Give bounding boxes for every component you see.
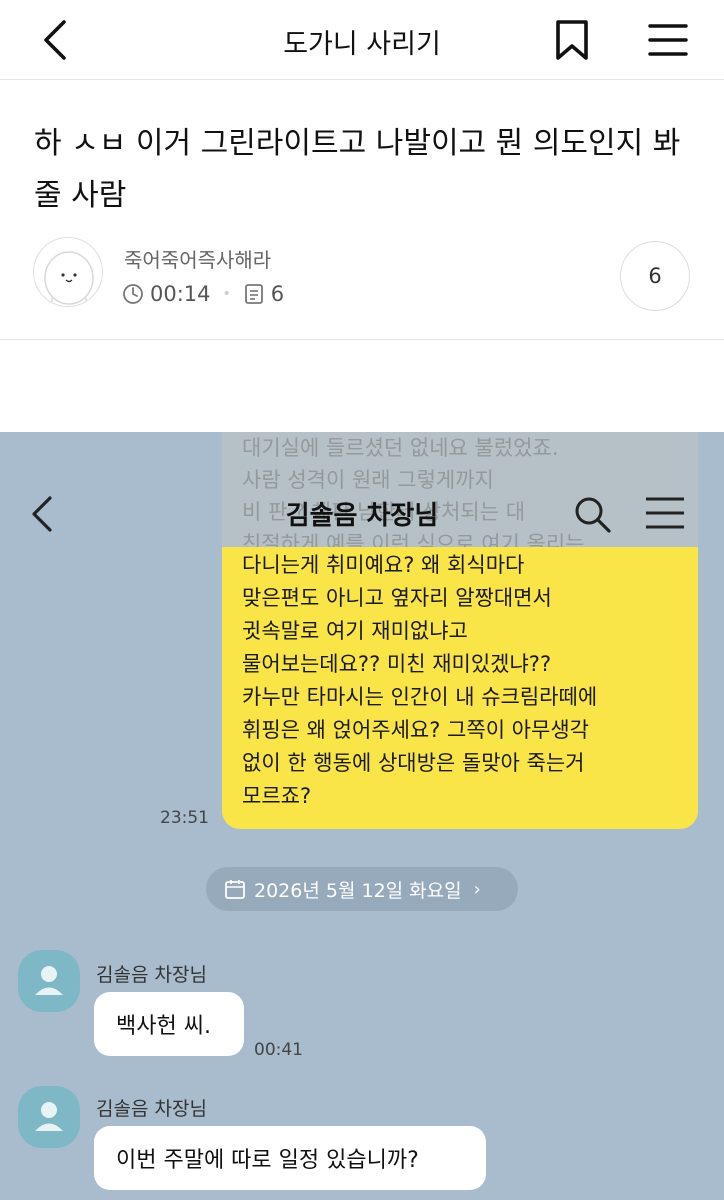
chat-screenshot-image: 대기실에 들르셨던 없네요 불렀었죠. 사람 성격이 원래 그렇게까지 비 판 … bbox=[0, 432, 724, 1200]
calendar-icon bbox=[225, 880, 245, 899]
sent-message-time: 23:51 bbox=[160, 808, 209, 828]
date-divider: 2026년 5월 12일 화요일 › bbox=[206, 867, 518, 911]
received-message-bubble: 백사헌 씨. bbox=[94, 992, 244, 1056]
board-title: 도가니 사리기 bbox=[283, 29, 441, 60]
bookmark-icon[interactable] bbox=[552, 18, 592, 62]
app-header: 도가니 사리기 bbox=[0, 0, 724, 80]
date-divider-text: 2026년 5월 12일 화요일 bbox=[254, 879, 462, 902]
received-message-bubble: 이번 주말에 따로 일정 있습니까? bbox=[94, 1126, 486, 1190]
person-icon bbox=[35, 966, 63, 995]
post-duration: 00:14 bbox=[150, 282, 211, 306]
chat-menu-icon bbox=[646, 497, 684, 529]
sender-name: 김솔음 차장님 bbox=[96, 1098, 207, 1120]
received-message-text: 이번 주말에 따로 일정 있습니까? bbox=[116, 1148, 419, 1173]
received-message-text: 백사헌 씨. bbox=[116, 1014, 211, 1039]
comment-count: 6 bbox=[270, 282, 285, 306]
menu-icon[interactable] bbox=[646, 20, 690, 60]
friend-avatar bbox=[18, 1086, 80, 1148]
search-icon bbox=[575, 497, 611, 533]
comment-button[interactable]: 6 bbox=[620, 241, 690, 311]
divider bbox=[0, 339, 724, 340]
author-name[interactable]: 죽어죽어즉사해라 bbox=[124, 244, 271, 273]
received-message-time: 00:41 bbox=[254, 1040, 303, 1060]
clock-icon bbox=[123, 284, 143, 304]
chevron-right-icon: › bbox=[473, 878, 481, 900]
post-meta: 00:14 • 6 bbox=[122, 280, 284, 308]
author-avatar[interactable] bbox=[33, 237, 103, 307]
comment-list-icon bbox=[244, 284, 263, 304]
person-icon bbox=[35, 1102, 63, 1131]
meta-separator: • bbox=[222, 286, 231, 302]
comment-badge-count: 6 bbox=[648, 264, 662, 288]
avatar-character-icon bbox=[44, 251, 94, 306]
post-title: 하 ㅅㅂ 이거 그린라이트고 나발이고 뭔 의도인지 봐줄 사람 bbox=[34, 126, 681, 213]
chat-room-title: 김솔음 차장님 bbox=[285, 501, 439, 531]
friend-avatar bbox=[18, 950, 80, 1012]
sender-name: 김솔음 차장님 bbox=[96, 964, 207, 986]
sent-message-bubble: 다니는게 취미예요? 왜 회식마다 맞은편도 아니고 옆자리 알짱대면서 귓속말… bbox=[222, 547, 698, 829]
